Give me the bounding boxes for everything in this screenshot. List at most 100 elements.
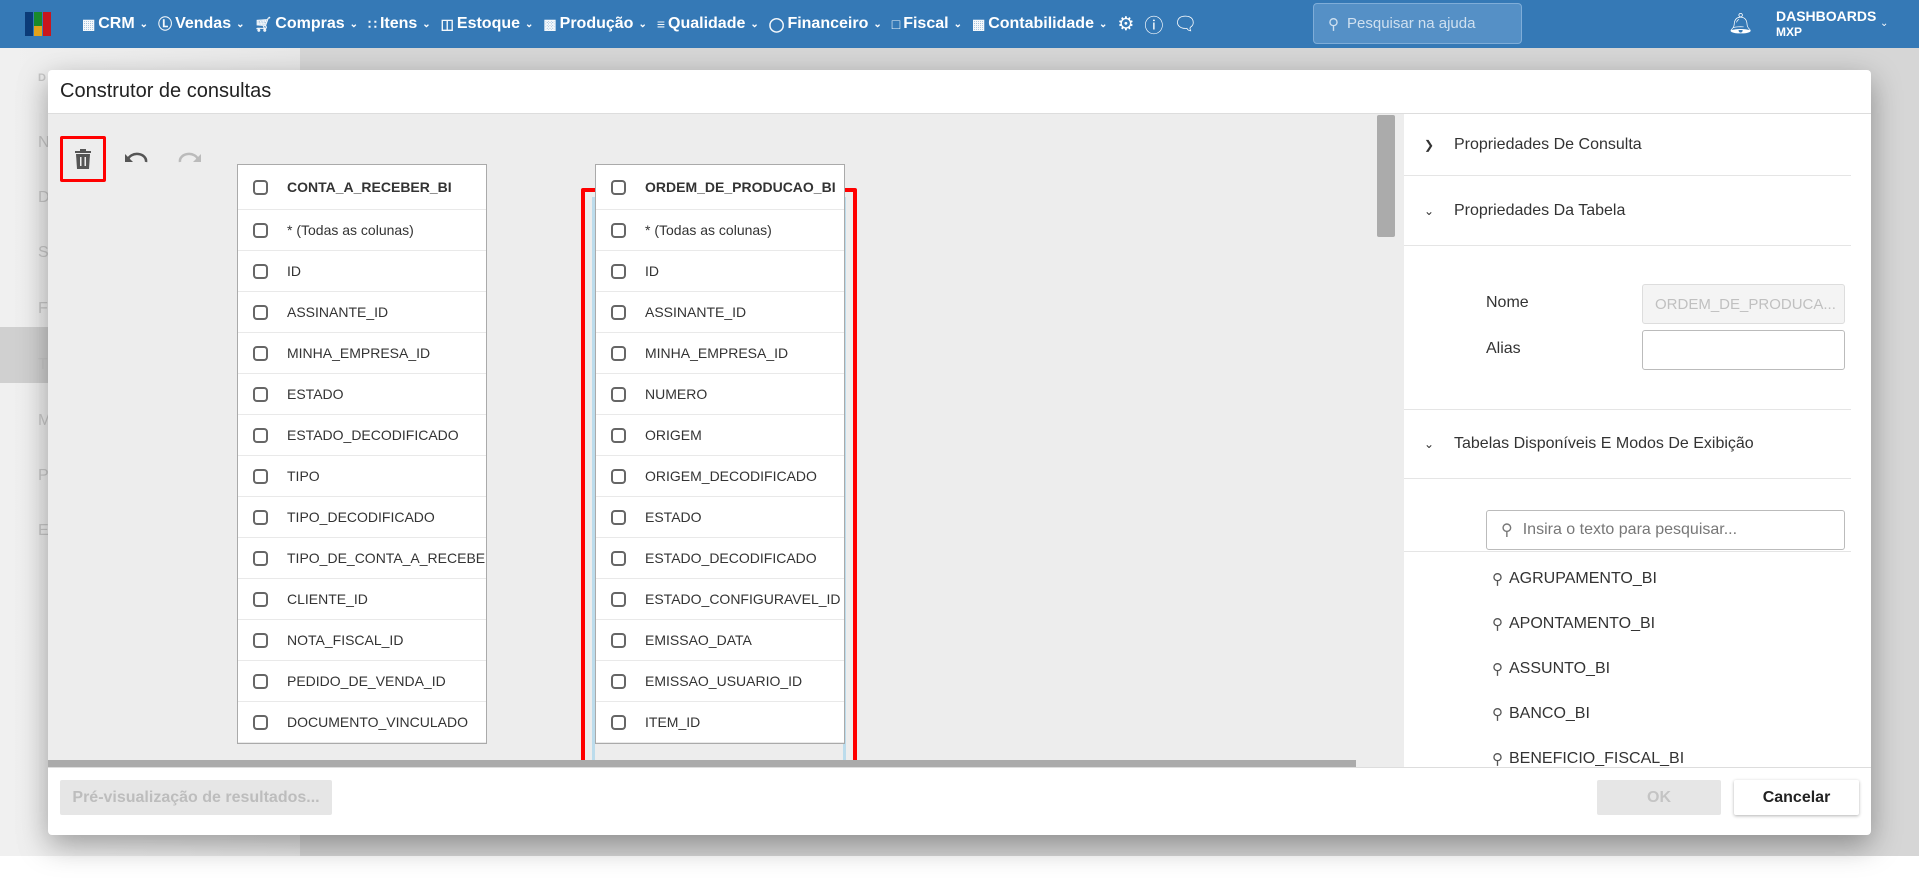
column-row[interactable]: MINHA_EMPRESA_ID bbox=[596, 333, 844, 374]
table-conta-a-receber[interactable]: CONTA_A_RECEBER_BI * (Todas as colunas) ID… bbox=[237, 164, 487, 744]
checkbox[interactable] bbox=[611, 714, 626, 730]
nav-contabilidade[interactable]: ▦ Contabilidade ⌄ bbox=[972, 15, 1107, 33]
redo-button[interactable] bbox=[166, 136, 212, 182]
chat-icon[interactable]: 🗨︎ bbox=[1173, 12, 1197, 36]
available-table-item[interactable]: ⚲ BENEFICIO_FISCAL_BI bbox=[1492, 750, 1684, 767]
checkbox[interactable] bbox=[611, 509, 626, 525]
nav-fiscal[interactable]: □ Fiscal ⌄ bbox=[892, 15, 962, 33]
query-canvas[interactable]: CONTA_A_RECEBER_BI * (Todas as colunas) ID… bbox=[48, 113, 1404, 767]
delete-button[interactable] bbox=[60, 136, 106, 182]
alias-field[interactable] bbox=[1642, 330, 1845, 370]
column-row[interactable]: ORIGEM_DECODIFICADO bbox=[596, 456, 844, 497]
column-row[interactable]: ASSINANTE_ID bbox=[238, 292, 486, 333]
column-row[interactable]: ESTADO bbox=[596, 497, 844, 538]
checkbox[interactable] bbox=[253, 591, 268, 607]
chevron-down-icon[interactable]: ⌄ bbox=[1880, 18, 1888, 29]
column-name: NUMERO bbox=[645, 386, 708, 402]
column-row[interactable]: ESTADO_CONFIGURAVEL_ID bbox=[596, 579, 844, 620]
nav-vendas[interactable]: Ⓛ Vendas ⌄ bbox=[158, 14, 244, 34]
user-menu[interactable]: DASHBOARDS MXP bbox=[1776, 8, 1876, 40]
nav-estoque[interactable]: ◫ Estoque ⌄ bbox=[441, 15, 534, 33]
checkbox[interactable] bbox=[611, 179, 626, 195]
checkbox[interactable] bbox=[253, 673, 268, 689]
table-header[interactable]: ORDEM_DE_PRODUCAO_BI bbox=[596, 165, 844, 210]
column-row[interactable]: ASSINANTE_ID bbox=[596, 292, 844, 333]
column-row[interactable]: NOTA_FISCAL_ID bbox=[238, 620, 486, 661]
nav-produção[interactable]: ▩ Produção ⌄ bbox=[543, 15, 646, 33]
checkbox[interactable] bbox=[611, 673, 626, 689]
column-name: TIPO_DECODIFICADO bbox=[287, 509, 435, 525]
checkbox[interactable] bbox=[253, 714, 268, 730]
column-row[interactable]: NUMERO bbox=[596, 374, 844, 415]
vertical-scrollbar[interactable] bbox=[1377, 115, 1395, 237]
checkbox[interactable] bbox=[611, 263, 626, 279]
help-search-input[interactable]: ⚲ Pesquisar na ajuda bbox=[1313, 3, 1522, 44]
undo-button[interactable] bbox=[114, 136, 160, 182]
section-available-tables[interactable]: ⌄ Tabelas Disponíveis E Modos De Exibição bbox=[1404, 409, 1851, 479]
table-ordem-de-producao[interactable]: ORDEM_DE_PRODUCAO_BI * (Todas as colunas)… bbox=[595, 164, 845, 744]
cancel-button[interactable]: Cancelar bbox=[1734, 780, 1859, 815]
table-name: CONTA_A_RECEBER_BI bbox=[287, 179, 452, 195]
column-row[interactable]: TIPO bbox=[238, 456, 486, 497]
chevron-down-icon: ⌄ bbox=[236, 18, 245, 30]
undo-icon bbox=[125, 152, 148, 163]
column-row[interactable]: TIPO_DE_CONTA_A_RECEBE... bbox=[238, 538, 486, 579]
column-row[interactable]: ID bbox=[596, 251, 844, 292]
table-search-input[interactable]: ⚲ Insira o texto para pesquisar... bbox=[1486, 510, 1845, 550]
checkbox[interactable] bbox=[611, 222, 626, 238]
horizontal-scrollbar[interactable] bbox=[48, 760, 1356, 767]
checkbox[interactable] bbox=[611, 427, 626, 443]
checkbox[interactable] bbox=[253, 222, 268, 238]
checkbox[interactable] bbox=[253, 509, 268, 525]
column-row[interactable]: EMISSAO_DATA bbox=[596, 620, 844, 661]
column-row[interactable]: PEDIDO_DE_VENDA_ID bbox=[238, 661, 486, 702]
column-row[interactable]: ESTADO_DECODIFICADO bbox=[596, 538, 844, 579]
app-logo[interactable] bbox=[25, 12, 57, 36]
column-row[interactable]: * (Todas as colunas) bbox=[596, 210, 844, 251]
nav-financeiro[interactable]: ◯ Financeiro ⌄ bbox=[769, 15, 882, 33]
column-row[interactable]: ID bbox=[238, 251, 486, 292]
checkbox[interactable] bbox=[253, 179, 268, 195]
column-row[interactable]: * (Todas as colunas) bbox=[238, 210, 486, 251]
nav-crm[interactable]: ▦ CRM ⌄ bbox=[82, 15, 148, 33]
column-row[interactable]: ITEM_ID bbox=[596, 702, 844, 743]
nav-label: Fiscal bbox=[903, 15, 949, 32]
settings-gear-icon[interactable]: ⚙ bbox=[1117, 13, 1134, 36]
checkbox[interactable] bbox=[253, 427, 268, 443]
checkbox[interactable] bbox=[611, 345, 626, 361]
table-header[interactable]: CONTA_A_RECEBER_BI bbox=[238, 165, 486, 210]
checkbox[interactable] bbox=[611, 550, 626, 566]
checkbox[interactable] bbox=[253, 632, 268, 648]
column-row[interactable]: ESTADO_DECODIFICADO bbox=[238, 415, 486, 456]
checkbox[interactable] bbox=[611, 632, 626, 648]
nav-compras[interactable]: 🛒︎ Compras ⌄ bbox=[254, 15, 358, 33]
column-row[interactable]: ESTADO bbox=[238, 374, 486, 415]
checkbox[interactable] bbox=[253, 550, 268, 566]
column-row[interactable]: EMISSAO_USUARIO_ID bbox=[596, 661, 844, 702]
checkbox[interactable] bbox=[611, 386, 626, 402]
checkbox[interactable] bbox=[253, 263, 268, 279]
nav-itens[interactable]: ∷ Itens ⌄ bbox=[368, 15, 431, 33]
column-row[interactable]: DOCUMENTO_VINCULADO bbox=[238, 702, 486, 743]
help-icon[interactable]: ⓘ bbox=[1144, 11, 1163, 38]
column-row[interactable]: MINHA_EMPRESA_ID bbox=[238, 333, 486, 374]
checkbox[interactable] bbox=[611, 591, 626, 607]
column-row[interactable]: CLIENTE_ID bbox=[238, 579, 486, 620]
available-table-item[interactable]: ⚲ APONTAMENTO_BI bbox=[1492, 615, 1655, 633]
available-table-item[interactable]: ⚲ ASSUNTO_BI bbox=[1492, 660, 1610, 678]
checkbox[interactable] bbox=[253, 345, 268, 361]
column-row[interactable]: ORIGEM bbox=[596, 415, 844, 456]
checkbox[interactable] bbox=[611, 468, 626, 484]
available-table-item[interactable]: ⚲ AGRUPAMENTO_BI bbox=[1492, 570, 1657, 588]
section-table-properties[interactable]: ⌄ Propriedades Da Tabela bbox=[1404, 176, 1851, 246]
checkbox[interactable] bbox=[611, 304, 626, 320]
checkbox[interactable] bbox=[253, 304, 268, 320]
available-table-item[interactable]: ⚲ BANCO_BI bbox=[1492, 705, 1590, 723]
section-query-properties[interactable]: ❯ Propriedades De Consulta bbox=[1404, 114, 1851, 176]
checkbox[interactable] bbox=[253, 386, 268, 402]
column-row[interactable]: TIPO_DECODIFICADO bbox=[238, 497, 486, 538]
checkbox[interactable] bbox=[253, 468, 268, 484]
nav-qualidade[interactable]: ≡ Qualidade ⌄ bbox=[657, 15, 759, 33]
column-name: ORIGEM bbox=[645, 427, 702, 443]
notifications-bell-icon[interactable]: 🔔︎ bbox=[1728, 11, 1753, 36]
